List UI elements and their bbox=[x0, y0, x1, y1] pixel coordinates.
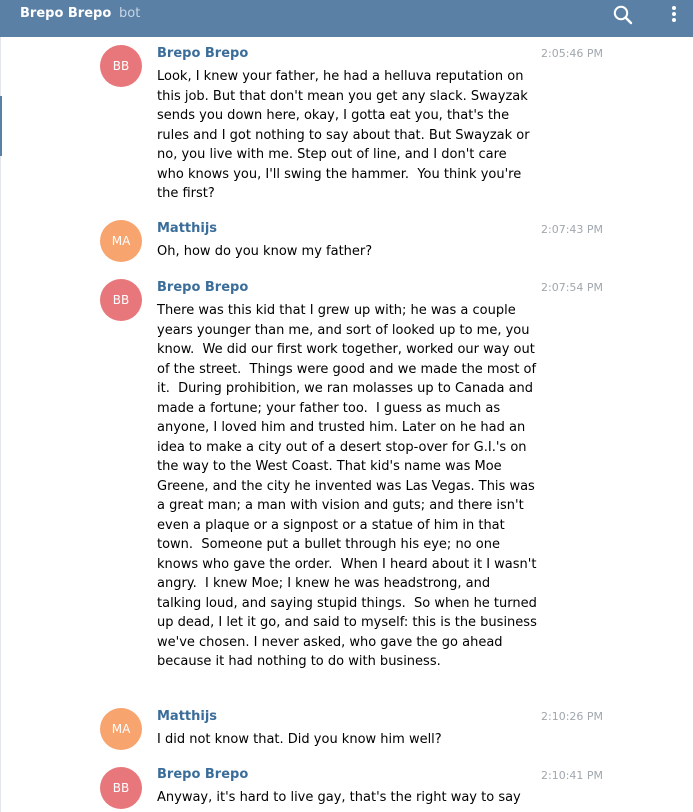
avatar[interactable]: BB bbox=[100, 45, 142, 87]
search-icon[interactable] bbox=[612, 4, 634, 26]
more-vertical-icon[interactable] bbox=[667, 4, 681, 26]
sender-name[interactable]: Brepo Brepo bbox=[157, 280, 248, 295]
message-text: There was this kid that I grew up with; … bbox=[157, 303, 542, 669]
chat-header: Brepo Brepo bot bbox=[0, 0, 693, 37]
sender-name[interactable]: Brepo Brepo bbox=[157, 46, 248, 61]
avatar[interactable]: BB bbox=[100, 767, 142, 809]
message-text: I did not know that. Did you know him we… bbox=[157, 732, 442, 747]
message-time: 2:10:26 PM bbox=[541, 710, 604, 723]
message-time: 2:10:41 PM bbox=[541, 769, 604, 782]
chat-subtitle: bot bbox=[119, 6, 141, 21]
avatar[interactable]: BB bbox=[100, 279, 142, 321]
message-text: Anyway, it's hard to live gay, that's th… bbox=[157, 790, 521, 805]
active-chat-indicator bbox=[0, 96, 2, 156]
avatar[interactable]: MA bbox=[100, 220, 142, 262]
message-time: 2:05:46 PM bbox=[541, 47, 604, 60]
avatar[interactable]: MA bbox=[100, 708, 142, 750]
message-time: 2:07:43 PM bbox=[541, 223, 604, 236]
sender-name[interactable]: Matthijs bbox=[157, 221, 217, 236]
message-time: 2:07:54 PM bbox=[541, 281, 604, 294]
chat-title[interactable]: Brepo Brepo bbox=[20, 6, 111, 21]
sender-name[interactable]: Matthijs bbox=[157, 709, 217, 724]
message-text: Oh, how do you know my father? bbox=[157, 244, 373, 259]
sender-name[interactable]: Brepo Brepo bbox=[157, 767, 248, 782]
message-text: Look, I knew your father, he had a hellu… bbox=[157, 69, 534, 201]
